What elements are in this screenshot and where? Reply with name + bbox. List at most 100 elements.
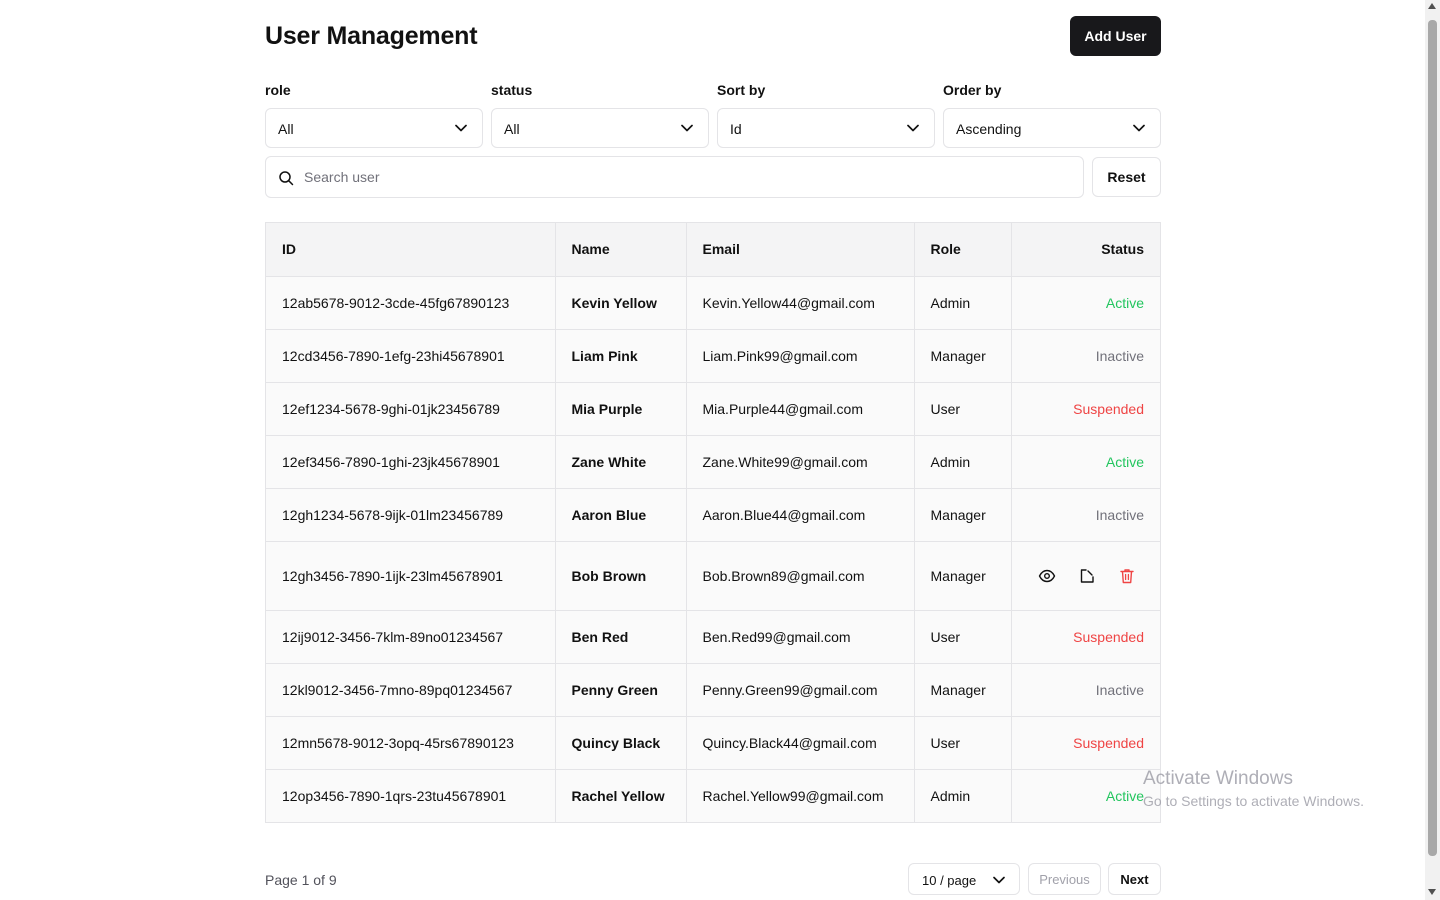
search-row: Reset <box>265 156 1161 198</box>
status-badge: Suspended <box>1011 382 1160 436</box>
table-row[interactable]: 12ef3456-7890-1ghi-23jk45678901 Zane Whi… <box>266 435 1160 489</box>
pagination: Page 1 of 9 10 / page Previous Next <box>265 862 1161 896</box>
watermark-subtitle: Go to Settings to activate Windows. <box>1143 793 1364 809</box>
status-filter: status All <box>491 82 709 148</box>
status-badge: Suspended <box>1011 610 1160 664</box>
table-row[interactable]: 12ij9012-3456-7klm-89no01234567 Ben Red … <box>266 610 1160 664</box>
search-input[interactable] <box>304 158 1074 196</box>
chevron-down-icon <box>907 124 919 132</box>
page-size-select[interactable]: 10 / page <box>908 863 1020 895</box>
next-button[interactable]: Next <box>1108 863 1161 895</box>
sort-by-label: Sort by <box>717 82 766 98</box>
watermark-title: Activate Windows <box>1143 768 1293 789</box>
order-by-value: Ascending <box>956 121 1022 137</box>
trash-icon[interactable] <box>1118 567 1136 585</box>
search-box <box>265 156 1084 198</box>
status-filter-label: status <box>491 82 533 98</box>
cell-email: Ben.Red99@gmail.com <box>686 610 915 664</box>
scroll-up-arrow-icon[interactable] <box>1428 3 1436 9</box>
role-filter-label: role <box>265 82 291 98</box>
status-badge: Active <box>1011 435 1160 489</box>
cell-email: Bob.Brown89@gmail.com <box>686 541 915 611</box>
cell-role: Manager <box>914 663 1012 717</box>
cell-id: 12kl9012-3456-7mno-89pq01234567 <box>266 663 556 717</box>
page-size-value: 10 / page <box>922 873 977 888</box>
column-header-status[interactable]: Status <box>1011 223 1160 277</box>
search-icon <box>279 171 294 186</box>
table-row-hovered[interactable]: 12gh3456-7890-1ijk-23lm45678901 Bob Brow… <box>266 541 1160 611</box>
cell-email: Kevin.Yellow44@gmail.com <box>686 276 915 330</box>
eye-icon[interactable] <box>1038 567 1056 585</box>
status-select-value: All <box>504 121 520 137</box>
cell-name: Mia Purple <box>555 382 687 436</box>
filter-bar: role All status All Sort by Id Order by … <box>265 82 1161 148</box>
cell-id: 12cd3456-7890-1efg-23hi45678901 <box>266 329 556 383</box>
scroll-down-arrow-icon[interactable] <box>1428 889 1436 895</box>
status-badge: Inactive <box>1011 329 1160 383</box>
role-select[interactable]: All <box>265 108 483 148</box>
sort-by-value: Id <box>730 121 742 137</box>
cell-id: 12gh1234-5678-9ijk-01lm23456789 <box>266 488 556 542</box>
cell-name: Penny Green <box>555 663 687 717</box>
row-actions-group <box>1028 567 1145 585</box>
chevron-down-icon <box>993 876 1005 884</box>
scrollbar-thumb[interactable] <box>1428 20 1437 856</box>
column-header-email[interactable]: Email <box>686 223 915 277</box>
column-header-role[interactable]: Role <box>914 223 1012 277</box>
page-title: User Management <box>265 22 478 50</box>
cell-email: Liam.Pink99@gmail.com <box>686 329 915 383</box>
status-badge: Active <box>1011 276 1160 330</box>
status-badge: Active <box>1011 769 1160 822</box>
cell-name: Liam Pink <box>555 329 687 383</box>
table-row[interactable]: 12op3456-7890-1qrs-23tu45678901 Rachel Y… <box>266 769 1160 822</box>
table-row[interactable]: 12gh1234-5678-9ijk-01lm23456789 Aaron Bl… <box>266 488 1160 542</box>
chevron-down-icon <box>1133 124 1145 132</box>
reset-button[interactable]: Reset <box>1092 157 1161 197</box>
cell-id: 12ij9012-3456-7klm-89no01234567 <box>266 610 556 664</box>
status-badge: Suspended <box>1011 716 1160 770</box>
edit-icon[interactable] <box>1078 567 1096 585</box>
cell-role: Admin <box>914 769 1012 822</box>
status-badge: Inactive <box>1011 663 1160 717</box>
table-row[interactable]: 12ef1234-5678-9ghi-01jk23456789 Mia Purp… <box>266 382 1160 436</box>
cell-role: Admin <box>914 435 1012 489</box>
table-row[interactable]: 12ab5678-9012-3cde-45fg67890123 Kevin Ye… <box>266 276 1160 330</box>
order-by-select[interactable]: Ascending <box>943 108 1161 148</box>
cell-name: Quincy Black <box>555 716 687 770</box>
cell-id: 12mn5678-9012-3opq-45rs67890123 <box>266 716 556 770</box>
add-user-button[interactable]: Add User <box>1070 16 1161 56</box>
cell-email: Penny.Green99@gmail.com <box>686 663 915 717</box>
role-select-value: All <box>278 121 294 137</box>
cell-name: Zane White <box>555 435 687 489</box>
cell-name: Rachel Yellow <box>555 769 687 822</box>
role-filter: role All <box>265 82 483 148</box>
cell-role: Manager <box>914 329 1012 383</box>
previous-button[interactable]: Previous <box>1028 863 1101 895</box>
cell-id: 12ef1234-5678-9ghi-01jk23456789 <box>266 382 556 436</box>
chevron-down-icon <box>681 124 693 132</box>
order-by-label: Order by <box>943 82 1002 98</box>
table-row[interactable]: 12mn5678-9012-3opq-45rs67890123 Quincy B… <box>266 716 1160 770</box>
chevron-down-icon <box>455 124 467 132</box>
cell-email: Mia.Purple44@gmail.com <box>686 382 915 436</box>
column-header-name[interactable]: Name <box>555 223 687 277</box>
cell-id: 12ef3456-7890-1ghi-23jk45678901 <box>266 435 556 489</box>
table-row[interactable]: 12cd3456-7890-1efg-23hi45678901 Liam Pin… <box>266 329 1160 383</box>
cell-role: Manager <box>914 541 1012 611</box>
cell-id: 12op3456-7890-1qrs-23tu45678901 <box>266 769 556 822</box>
cell-name: Aaron Blue <box>555 488 687 542</box>
table-row[interactable]: 12kl9012-3456-7mno-89pq01234567 Penny Gr… <box>266 663 1160 717</box>
cell-role: Manager <box>914 488 1012 542</box>
order-by-filter: Order by Ascending <box>943 82 1161 148</box>
status-select[interactable]: All <box>491 108 709 148</box>
row-actions <box>1011 541 1160 611</box>
cell-role: User <box>914 610 1012 664</box>
sort-by-filter: Sort by Id <box>717 82 935 148</box>
cell-role: Admin <box>914 276 1012 330</box>
sort-by-select[interactable]: Id <box>717 108 935 148</box>
cell-email: Zane.White99@gmail.com <box>686 435 915 489</box>
column-header-id[interactable]: ID <box>266 223 556 277</box>
vertical-scrollbar[interactable] <box>1425 0 1440 900</box>
cell-name: Kevin Yellow <box>555 276 687 330</box>
users-table: ID Name Email Role Status 12ab5678-9012-… <box>265 222 1161 823</box>
